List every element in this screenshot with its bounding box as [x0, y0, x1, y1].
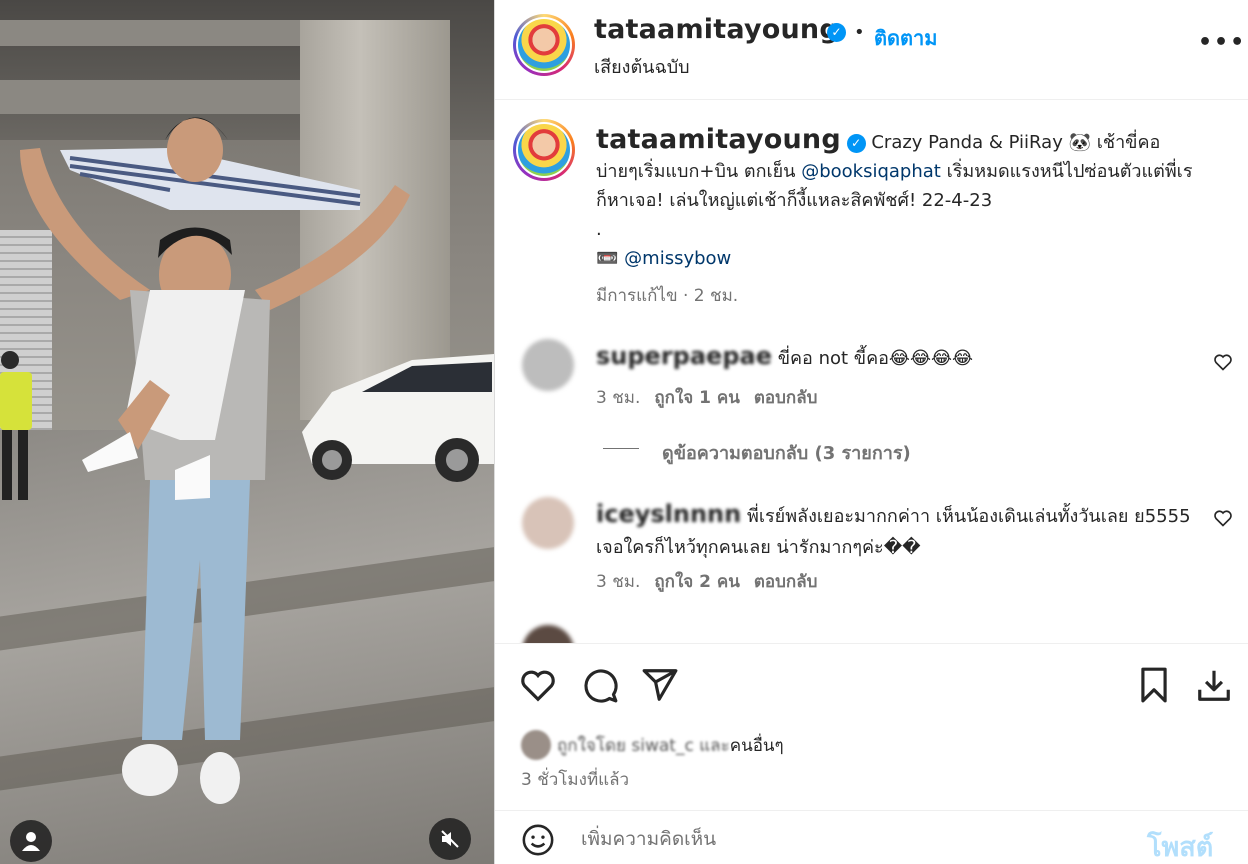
- comments-section[interactable]: tataamitayoung ✓ Crazy Panda & PiiRay 🐼 …: [495, 101, 1248, 643]
- post-comment-button[interactable]: โพสต์: [1147, 825, 1213, 864]
- comment-likes-count[interactable]: ถูกใจ 1 คน: [654, 388, 740, 408]
- post-video[interactable]: [0, 0, 494, 864]
- camera-emoji: 📼: [596, 248, 619, 269]
- comment-time: 3 ชม.: [596, 388, 641, 408]
- post-header: tataamitayoung ✓ • ติดตาม เสียงต้นฉบับ •…: [495, 0, 1248, 100]
- audio-label[interactable]: เสียงต้นฉบับ: [594, 52, 690, 81]
- instagram-post-view: tataamitayoung ✓ • ติดตาม เสียงต้นฉบับ •…: [0, 0, 1248, 864]
- commenter-username[interactable]: superpaepae: [596, 342, 772, 370]
- mention-link[interactable]: @booksiqaphat: [801, 161, 941, 182]
- speaker-muted-icon: [441, 830, 459, 848]
- comment-like-heart-icon[interactable]: [1213, 352, 1233, 372]
- comment-likes-count[interactable]: ถูกใจ 2 คน: [654, 572, 740, 592]
- download-icon[interactable]: [1195, 666, 1233, 704]
- video-scene-people: [20, 117, 410, 804]
- likes-suffix[interactable]: คนอื่นๆ: [730, 732, 784, 759]
- comment-meta: 3 ชม. ถูกใจ 1 คน ตอบกลับ: [596, 384, 817, 411]
- caption-author-avatar[interactable]: [513, 119, 575, 181]
- replies-divider: [603, 448, 639, 449]
- comment-input[interactable]: [581, 825, 1121, 853]
- mute-toggle-button[interactable]: [429, 818, 471, 860]
- comment-reply-button[interactable]: ตอบกลับ: [754, 572, 818, 592]
- caption-dot: .: [596, 219, 602, 240]
- mention-link[interactable]: @missybow: [624, 248, 731, 269]
- tagged-users-button[interactable]: [10, 820, 52, 862]
- likes-summary[interactable]: ถูกใจโดย siwat_c และ คนอื่นๆ: [521, 730, 784, 760]
- smiley-icon[interactable]: [521, 823, 555, 857]
- post-caption: tataamitayoung ✓ Crazy Panda & PiiRay 🐼 …: [596, 125, 1196, 273]
- author-username[interactable]: tataamitayoung: [594, 14, 839, 45]
- heart-icon[interactable]: [519, 666, 557, 704]
- follow-button[interactable]: ติดตาม: [874, 22, 937, 54]
- caption-username[interactable]: tataamitayoung: [596, 124, 841, 155]
- post-actions: ถูกใจโดย siwat_c และ คนอื่นๆ 3 ชั่วโมงที่…: [495, 643, 1248, 864]
- commenter-avatar[interactable]: [522, 497, 574, 549]
- post-detail-panel: tataamitayoung ✓ • ติดตาม เสียงต้นฉบับ •…: [494, 0, 1248, 864]
- comment-meta: 3 ชม. ถูกใจ 2 คน ตอบกลับ: [596, 568, 817, 595]
- comment-text: ขี่คอ not ขี้คอ😂😂😂😂: [771, 348, 974, 369]
- post-timestamp: 3 ชั่วโมงที่แล้ว: [521, 770, 630, 790]
- add-comment-bar: โพสต์: [495, 810, 1248, 864]
- comment-body: superpaepae ขี่คอ not ขี้คอ😂😂😂😂: [596, 341, 1156, 374]
- more-options-icon[interactable]: •••: [1198, 30, 1246, 55]
- view-replies-button[interactable]: ดูข้อความตอบกลับ (3 รายการ): [662, 438, 911, 467]
- header-separator: •: [854, 22, 865, 43]
- comment-reply-button[interactable]: ตอบกลับ: [754, 388, 818, 408]
- comment-body: iceyslnnnn พี่เรย์พลังเยอะมากกค่าา เห็นน…: [596, 499, 1196, 563]
- comment-icon[interactable]: [581, 666, 619, 704]
- commenter-avatar[interactable]: [522, 339, 574, 391]
- user-icon: [22, 832, 40, 851]
- send-icon[interactable]: [641, 666, 679, 704]
- bookmark-icon[interactable]: [1135, 666, 1173, 704]
- commenter-avatar[interactable]: [522, 625, 574, 643]
- commenter-username[interactable]: iceyslnnnn: [596, 500, 741, 528]
- verified-badge-icon: ✓: [827, 23, 846, 42]
- comment-like-heart-icon[interactable]: [1213, 508, 1233, 528]
- verified-badge-icon: ✓: [846, 133, 866, 153]
- caption-edited-time: มีการแก้ไข · 2 ชม.: [596, 286, 739, 306]
- author-avatar[interactable]: [513, 14, 575, 76]
- likes-prefix: ถูกใจโดย siwat_c และ: [557, 735, 730, 756]
- liker-avatar: [521, 730, 551, 760]
- comment-time: 3 ชม.: [596, 572, 641, 592]
